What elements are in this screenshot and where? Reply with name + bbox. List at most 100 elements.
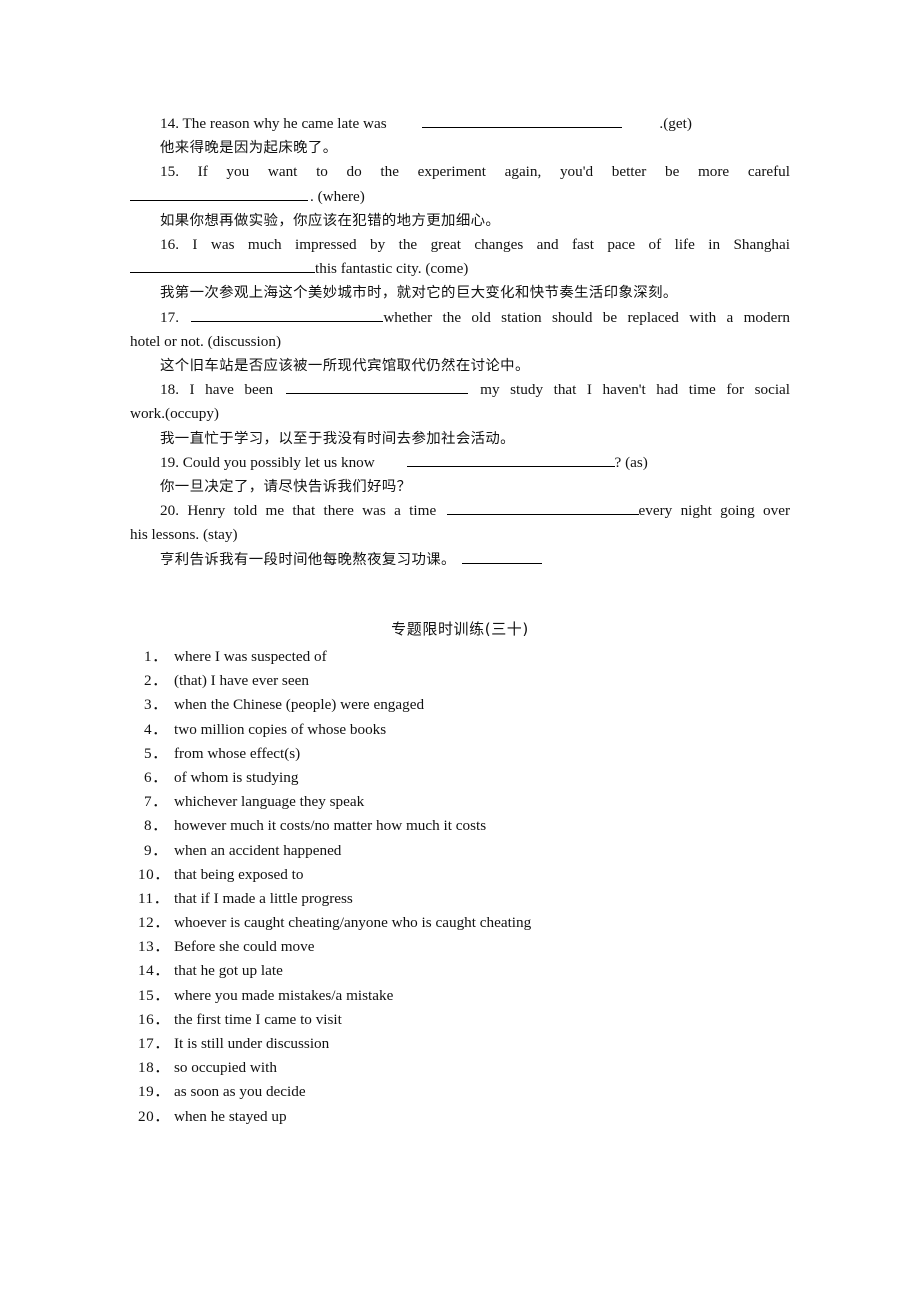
item-hint-15: . (where) <box>310 187 365 205</box>
exercise-section: 14. The reason why he came late was .(ge… <box>130 112 790 572</box>
answer-number: 20． <box>138 1107 170 1125</box>
answer-row: 8． however much it costs/no matter how m… <box>130 813 790 837</box>
answer-text: so occupied with <box>174 1059 277 1077</box>
answer-number: 10． <box>138 865 170 883</box>
answers-section-heading: 专题限时训练(三十) <box>391 620 529 638</box>
answer-text: that he got up late <box>174 962 283 980</box>
answer-text: when an accident happened <box>174 841 342 859</box>
item-text-16: I was much impressed by the great change… <box>192 236 790 254</box>
exercise-item-17: 17. whether the old station should be re… <box>130 306 790 330</box>
exercise-item-14: 14. The reason why he came late was .(ge… <box>130 112 790 136</box>
answer-text: whoever is caught cheating/anyone who is… <box>174 914 532 932</box>
answer-blank-20[interactable] <box>446 500 639 516</box>
answer-text: however much it costs/no matter how much… <box>174 817 487 835</box>
item-hint-20: his lessons. (stay) <box>130 526 238 544</box>
answer-text: where I was suspected of <box>174 648 327 665</box>
item-text-18: I have been <box>189 381 274 399</box>
answer-text: whichever language they speak <box>174 793 365 811</box>
answer-row: 4． two million copies of whose books <box>130 717 790 741</box>
translation-16: 我第一次参观上海这个美妙城市时，就对它的巨大变化和快节奏生活印象深刻。 <box>160 285 678 302</box>
answer-blank-16[interactable] <box>130 258 315 274</box>
exercise-item-16: 16. I was much impressed by the great ch… <box>130 233 790 257</box>
exercise-item-17-cont: hotel or not. (discussion) <box>130 330 790 354</box>
answer-number: 7． <box>144 793 168 811</box>
translation-20: 亨利告诉我有一段时间他每晚熬夜复习功课。 <box>130 548 790 572</box>
answer-number: 15． <box>138 986 170 1004</box>
item-text-20-rest: every night going over <box>638 502 791 520</box>
answer-row: 2． (that) I have ever seen <box>130 668 790 692</box>
answer-number: 5． <box>144 744 168 762</box>
exercise-item-18-cont: work.(occupy) <box>130 402 790 426</box>
exercise-item-19: 19. Could you possibly let us know ? (as… <box>130 451 790 475</box>
answer-number: 2． <box>144 672 168 690</box>
item-number-14: 14. <box>160 115 179 132</box>
answer-number: 1． <box>144 648 168 665</box>
answer-row: 13． Before she could move <box>130 934 790 958</box>
item-text-18-rest: my study that I haven't had time for soc… <box>480 381 791 399</box>
exercise-item-16-cont: this fantastic city. (come) <box>130 257 790 281</box>
answer-number: 18． <box>138 1059 170 1077</box>
exercise-item-18: 18. I have been my study that I haven't … <box>130 378 790 402</box>
exercise-item-20-cont: his lessons. (stay) <box>130 523 790 547</box>
answer-row: 15． where you made mistakes/a mistake <box>130 983 790 1007</box>
answer-text: of whom is studying <box>174 768 299 786</box>
answer-blank-15[interactable] <box>130 185 308 201</box>
answer-blank-20-trailing[interactable] <box>461 549 542 564</box>
answer-blank-18[interactable] <box>285 379 468 395</box>
answer-row: 19． as soon as you decide <box>130 1079 790 1103</box>
exercise-item-20: 20. Henry told me that there was a time … <box>130 499 790 523</box>
item-hint-18: work.(occupy) <box>130 405 219 423</box>
answer-row: 11． that if I made a little progress <box>130 886 790 910</box>
answer-text: that being exposed to <box>174 865 304 883</box>
answer-text: Before she could move <box>174 938 315 956</box>
answer-number: 13． <box>138 938 170 956</box>
answer-text: when he stayed up <box>174 1107 287 1125</box>
answer-row: 17． It is still under discussion <box>130 1031 790 1055</box>
item-hint-17: hotel or not. (discussion) <box>130 332 282 350</box>
answer-number: 12． <box>138 914 170 932</box>
item-number-18: 18. <box>160 381 179 399</box>
exercise-item-15: 15. If you want to do the experiment aga… <box>130 160 790 184</box>
answer-number: 3． <box>144 696 168 714</box>
item-hint-14: .(get) <box>659 115 692 132</box>
answer-row: 7． whichever language they speak <box>130 789 790 813</box>
answer-text: It is still under discussion <box>174 1035 330 1052</box>
answer-text: when the Chinese (people) were engaged <box>174 696 425 714</box>
exercise-item-15-cont: . (where) <box>130 185 790 209</box>
item-text-19: Could you possibly let us know <box>182 453 375 471</box>
translation-17: 这个旧车站是否应该被一所现代宾馆取代仍然在讨论中。 <box>160 358 530 375</box>
item-text-14: The reason why he came late was <box>182 115 387 132</box>
answer-text: the first time I came to visit <box>174 1010 342 1028</box>
translation-14: 他来得晚是因为起床晚了。 <box>160 140 338 157</box>
item-text-20: Henry told me that there was a time <box>187 502 437 520</box>
item-number-19: 19. <box>160 453 179 471</box>
answer-blank-14[interactable] <box>422 113 623 128</box>
item-number-20: 20. <box>160 502 179 520</box>
answer-text: (that) I have ever seen <box>174 672 309 690</box>
answer-row: 16． the first time I came to visit <box>130 1007 790 1031</box>
answer-row: 18． so occupied with <box>130 1055 790 1079</box>
item-text-17: whether the old station should be replac… <box>383 308 790 326</box>
answer-blank-19[interactable] <box>406 451 615 467</box>
answer-text: as soon as you decide <box>174 1083 306 1101</box>
answer-row: 5． from whose effect(s) <box>130 741 790 765</box>
answer-row: 12． whoever is caught cheating/anyone wh… <box>130 910 790 934</box>
answer-number: 4． <box>144 720 168 738</box>
translation-20-text: 亨利告诉我有一段时间他每晚熬夜复习功课。 <box>160 551 456 568</box>
answer-number: 17． <box>138 1035 170 1052</box>
answer-number: 11． <box>138 889 170 907</box>
answer-text: two million copies of whose books <box>174 720 387 738</box>
item-text-15: If you want to do the experiment again, … <box>197 163 790 181</box>
answer-row: 9． when an accident happened <box>130 838 790 862</box>
answer-number: 9． <box>144 841 168 859</box>
answer-number: 16． <box>138 1010 170 1028</box>
answer-text: where you made mistakes/a mistake <box>174 986 394 1004</box>
answer-row: 10． that being exposed to <box>130 862 790 886</box>
answer-number: 8． <box>144 817 168 835</box>
answer-blank-17[interactable] <box>191 306 384 322</box>
answer-row: 20． when he stayed up <box>130 1104 790 1128</box>
translation-19: 你一旦决定了，请尽快告诉我们好吗？ <box>160 479 412 496</box>
answer-number: 19． <box>138 1083 170 1101</box>
item-hint-19: ? (as) <box>614 453 648 471</box>
answer-row: 3． when the Chinese (people) were engage… <box>130 692 790 716</box>
